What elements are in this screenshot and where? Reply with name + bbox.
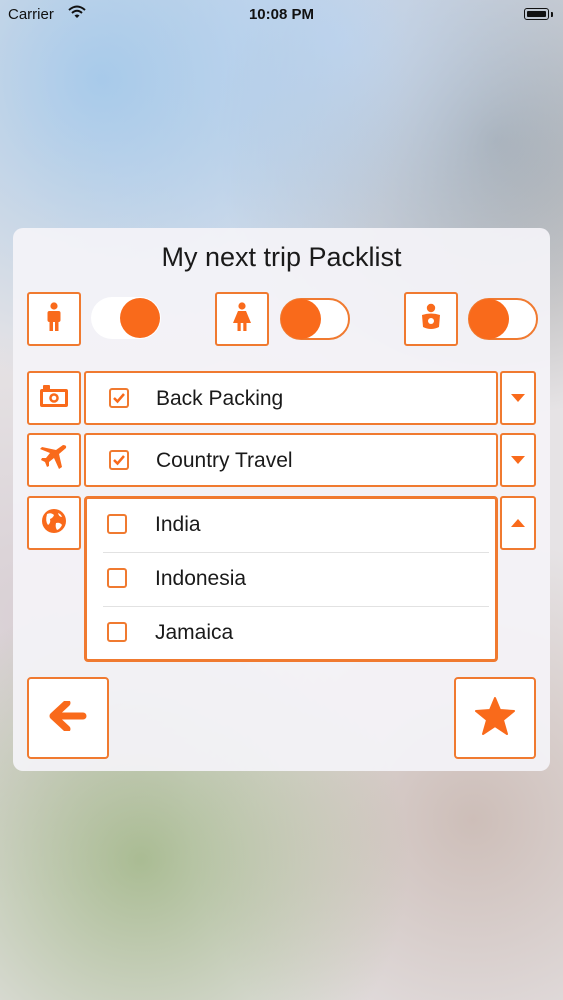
baby-icon <box>419 303 443 336</box>
baby-button[interactable] <box>404 292 458 346</box>
airplane-icon <box>40 444 68 476</box>
man-button[interactable] <box>27 292 81 346</box>
checkbox-unchecked[interactable] <box>107 514 127 534</box>
caret-down-icon <box>511 389 525 407</box>
globe-icon <box>41 508 67 539</box>
man-icon <box>44 301 64 337</box>
country-label: India <box>155 513 201 536</box>
favorite-button[interactable] <box>454 677 536 759</box>
list-item[interactable]: India <box>87 499 495 553</box>
camera-icon <box>39 384 69 413</box>
packlist-panel: My next trip Packlist Back Packing Count… <box>13 228 550 771</box>
toggle-knob <box>281 299 321 339</box>
category-label: Country Travel <box>156 449 293 472</box>
star-icon <box>475 696 515 740</box>
toggle-knob <box>120 298 160 338</box>
battery-icon <box>524 8 553 20</box>
back-arrow-icon <box>49 699 87 736</box>
page-title: My next trip Packlist <box>161 242 402 272</box>
man-toggle[interactable] <box>91 297 161 339</box>
country-label: Jamaica <box>155 621 234 644</box>
collapse-button[interactable] <box>500 496 536 550</box>
list-item[interactable]: Indonesia <box>87 553 495 607</box>
category-row-country-travel[interactable]: Country Travel <box>84 433 498 487</box>
status-time: 10:08 PM <box>248 6 315 23</box>
country-label: Indonesia <box>155 567 247 590</box>
globe-button[interactable] <box>27 496 81 550</box>
woman-toggle[interactable] <box>280 298 350 340</box>
woman-button[interactable] <box>215 292 269 346</box>
camera-button[interactable] <box>27 371 81 425</box>
checkbox-checked[interactable] <box>109 450 129 470</box>
baby-toggle[interactable] <box>468 298 538 340</box>
airplane-button[interactable] <box>27 433 81 487</box>
toggle-knob <box>469 299 509 339</box>
status-bar: Carrier 10:08 PM <box>0 0 563 30</box>
expand-button[interactable] <box>500 371 536 425</box>
category-row-back-packing[interactable]: Back Packing <box>84 371 498 425</box>
woman-icon <box>231 301 253 337</box>
checkbox-unchecked[interactable] <box>107 568 127 588</box>
checkbox-checked[interactable] <box>109 388 129 408</box>
expand-button[interactable] <box>500 433 536 487</box>
country-list: India Indonesia Jamaica <box>84 496 498 662</box>
category-label: Back Packing <box>156 387 284 410</box>
list-item[interactable]: Jamaica <box>87 607 495 661</box>
back-button[interactable] <box>27 677 109 759</box>
caret-down-icon <box>511 451 525 469</box>
caret-up-icon <box>511 514 525 532</box>
checkbox-unchecked[interactable] <box>107 622 127 642</box>
